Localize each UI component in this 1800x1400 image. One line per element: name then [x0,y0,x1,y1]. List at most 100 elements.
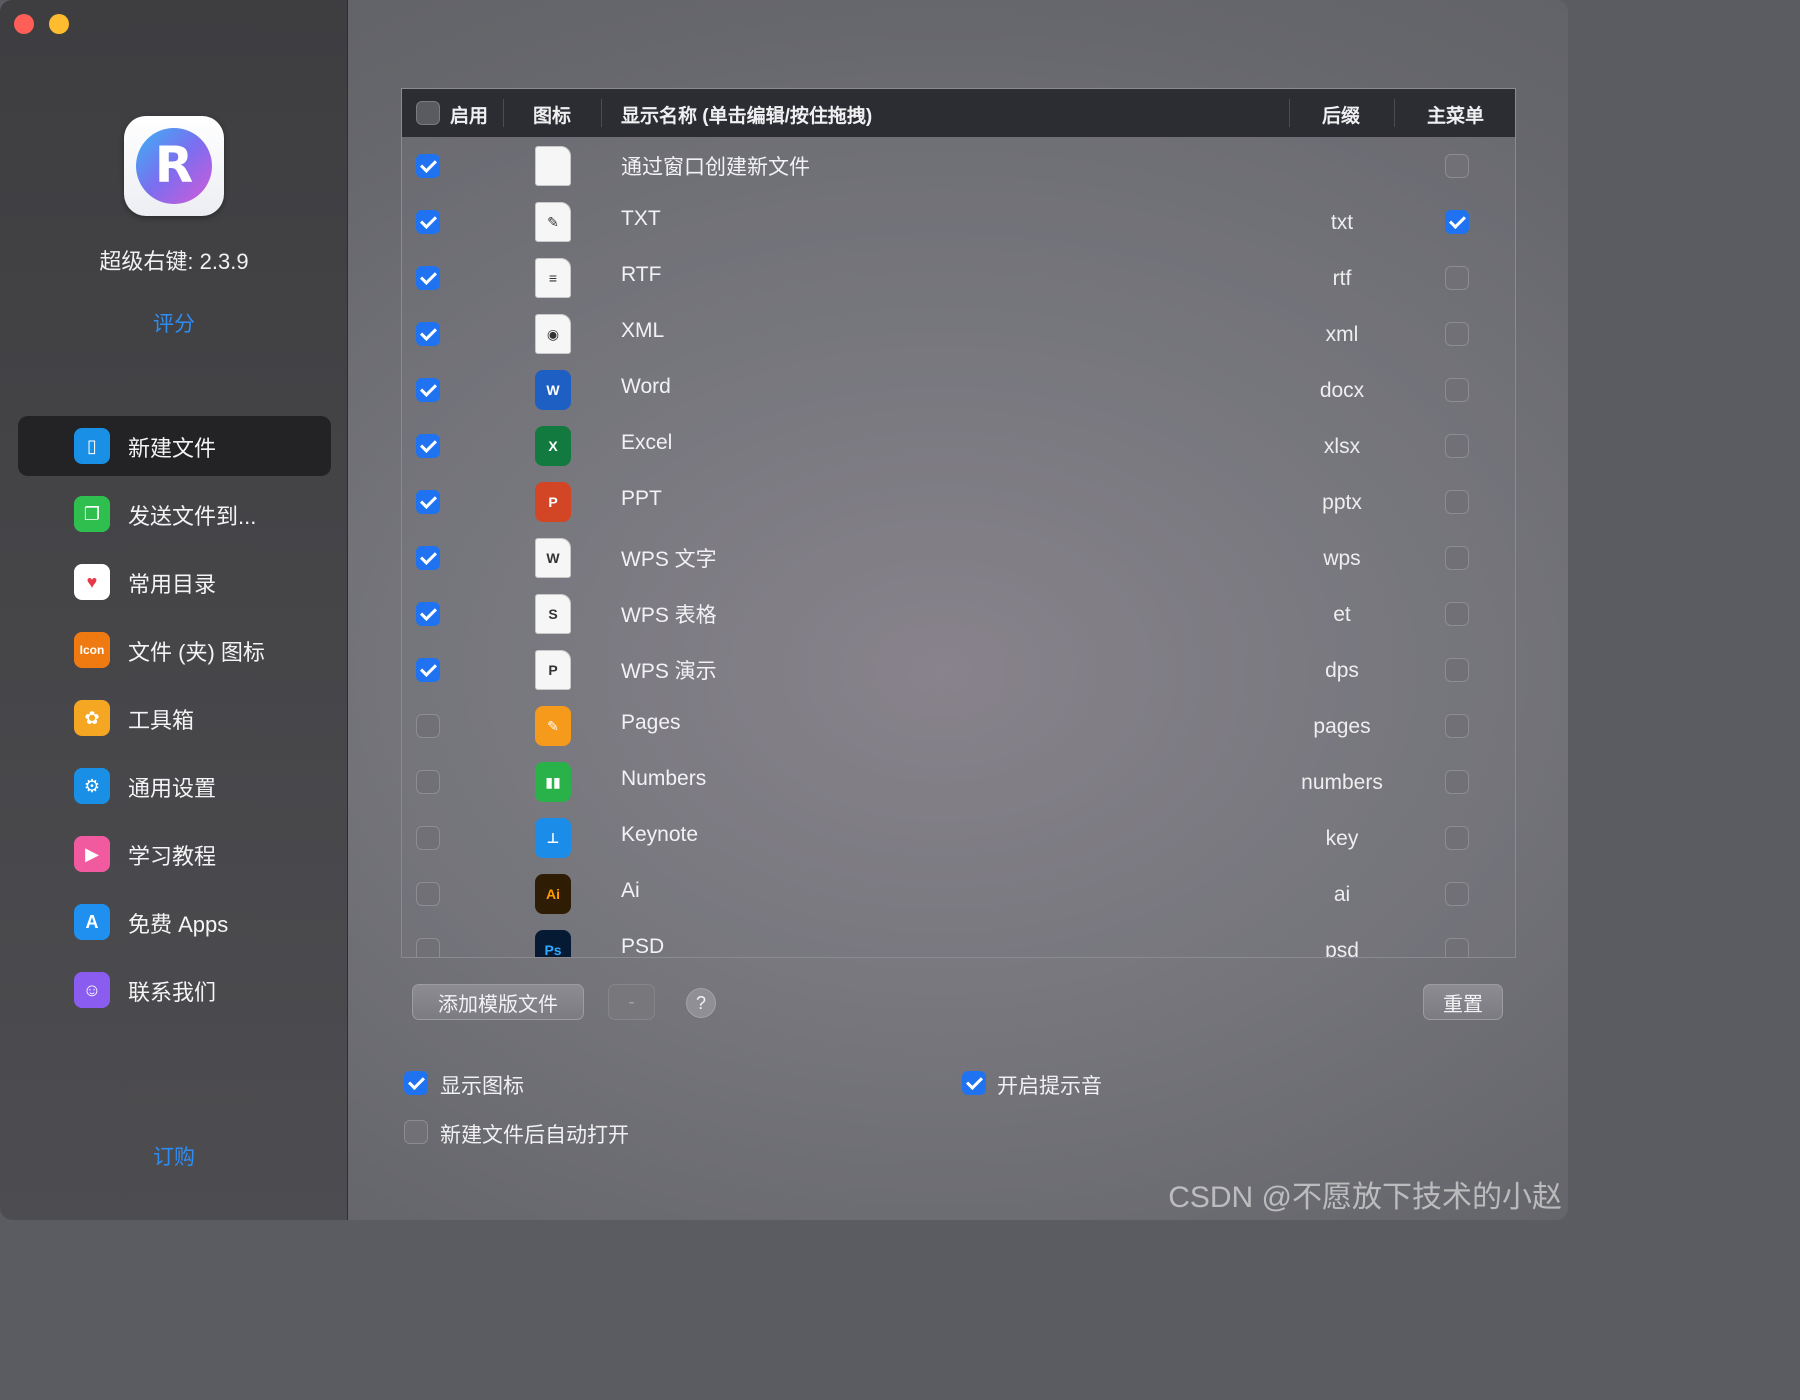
table-row[interactable]: 通过窗口创建新文件 [402,137,1515,193]
gear-icon: ⚙ [74,768,110,804]
show-icon-label: 显示图标 [440,1075,524,1098]
sound-checkbox[interactable] [962,1071,986,1095]
table-row[interactable]: Ps PSD psd [402,921,1515,957]
enable-checkbox[interactable] [416,546,440,570]
table-row[interactable]: ≡ RTF rtf [402,249,1515,305]
excel-icon: X [535,426,571,466]
sidebar-item-0[interactable]: ▯ 新建文件 [18,416,331,476]
table-row[interactable]: ⊥ Keynote key [402,809,1515,865]
select-all-checkbox[interactable] [416,101,440,125]
table-row[interactable]: W WPS 文字 wps [402,529,1515,585]
enable-checkbox[interactable] [416,882,440,906]
enable-checkbox[interactable] [416,322,440,346]
display-name-cell[interactable]: WPS 表格 [621,599,717,629]
table-row[interactable]: ✎ Pages pages [402,697,1515,753]
enable-checkbox[interactable] [416,434,440,458]
main-menu-checkbox[interactable] [1445,938,1469,957]
main-menu-checkbox[interactable] [1445,882,1469,906]
table-row[interactable]: S WPS 表格 et [402,585,1515,641]
sidebar-item-8[interactable]: ☺ 联系我们 [18,960,331,1020]
sidebar-item-7[interactable]: A 免费 Apps [18,892,331,952]
add-template-button[interactable]: 添加模版文件 [412,984,584,1020]
close-window-button[interactable] [14,14,34,34]
sidebar-item-2[interactable]: ♥ 常用目录 [18,552,331,612]
suffix-cell: wps [1323,547,1361,570]
sidebar-item-3[interactable]: Icon 文件 (夹) 图标 [18,620,331,680]
display-name-cell[interactable]: PPT [621,487,662,511]
table-row[interactable]: Ai Ai ai [402,865,1515,921]
table-row[interactable]: X Excel xlsx [402,417,1515,473]
reset-button[interactable]: 重置 [1423,984,1503,1020]
main-menu-checkbox[interactable] [1445,490,1469,514]
display-name-cell[interactable]: 通过窗口创建新文件 [621,151,810,181]
display-name-cell[interactable]: Excel [621,431,672,455]
enable-checkbox[interactable] [416,490,440,514]
rate-link[interactable]: 评分 [0,308,348,338]
auto-open-checkbox[interactable] [404,1120,428,1144]
display-name-cell[interactable]: TXT [621,207,661,231]
sidebar-item-label: 联系我们 [128,980,217,1005]
display-name-cell[interactable]: Numbers [621,767,706,791]
display-name-cell[interactable]: PSD [621,935,664,957]
file-template-table: 启用 图标 显示名称 (单击编辑/按住拖拽) 后缀 主菜单 通过窗口创建新文件 ✎… [401,88,1516,958]
sidebar-item-1[interactable]: ❐ 发送文件到... [18,484,331,544]
help-button[interactable]: ? [686,988,716,1018]
main-menu-checkbox[interactable] [1445,266,1469,290]
sidebar-item-label: 通用设置 [128,776,217,801]
display-name-cell[interactable]: Word [621,375,671,399]
main-menu-checkbox[interactable] [1445,826,1469,850]
main-menu-checkbox[interactable] [1445,210,1469,234]
illustrator-icon: Ai [535,874,571,914]
display-name-cell[interactable]: WPS 文字 [621,543,717,573]
table-row[interactable]: W Word docx [402,361,1515,417]
main-menu-checkbox[interactable] [1445,602,1469,626]
enable-checkbox[interactable] [416,714,440,738]
main-menu-checkbox[interactable] [1445,154,1469,178]
display-name-cell[interactable]: Keynote [621,823,698,847]
wps-presentation-icon: P [535,650,571,690]
main-menu-checkbox[interactable] [1445,770,1469,794]
enable-checkbox[interactable] [416,658,440,682]
minimize-window-button[interactable] [49,14,69,34]
main-menu-checkbox[interactable] [1445,658,1469,682]
display-name-cell[interactable]: RTF [621,263,661,287]
sidebar-item-label: 学习教程 [128,844,217,869]
display-name-cell[interactable]: XML [621,319,664,343]
new-file-icon: ▯ [74,428,110,464]
table-row[interactable]: P PPT pptx [402,473,1515,529]
main-menu-checkbox[interactable] [1445,434,1469,458]
main-menu-checkbox[interactable] [1445,322,1469,346]
sidebar-item-6[interactable]: ▶ 学习教程 [18,824,331,884]
sidebar-item-4[interactable]: ✿ 工具箱 [18,688,331,748]
enable-checkbox[interactable] [416,210,440,234]
display-name-cell[interactable]: WPS 演示 [621,655,717,685]
sidebar-item-label: 工具箱 [128,708,195,733]
display-name-cell[interactable]: Pages [621,711,681,735]
enable-checkbox[interactable] [416,826,440,850]
remove-template-button[interactable]: - [608,984,655,1020]
sidebar-item-5[interactable]: ⚙ 通用设置 [18,756,331,816]
table-row[interactable]: ▮▮ Numbers numbers [402,753,1515,809]
app-window: R 超级右键: 2.3.9 评分 ▯ 新建文件 ❐ 发送文件到... ♥ 常用目录 Icon… [0,0,1568,1220]
enable-checkbox[interactable] [416,938,440,957]
app-name-version: 超级右键: 2.3.9 [99,249,249,274]
blank-document-icon [535,146,571,186]
main-menu-checkbox[interactable] [1445,714,1469,738]
icon-badge-icon: Icon [74,632,110,668]
main-menu-checkbox[interactable] [1445,378,1469,402]
enable-checkbox[interactable] [416,770,440,794]
keynote-icon: ⊥ [535,818,571,858]
table-row[interactable]: ◉ XML xml [402,305,1515,361]
table-row[interactable]: ✎ TXT txt [402,193,1515,249]
wps-writer-icon: W [535,538,571,578]
show-icon-checkbox[interactable] [404,1071,428,1095]
subscribe-link[interactable]: 订购 [0,1141,348,1171]
rtf-document-icon: ≡ [535,258,571,298]
table-row[interactable]: P WPS 演示 dps [402,641,1515,697]
enable-checkbox[interactable] [416,378,440,402]
display-name-cell[interactable]: Ai [621,879,640,903]
enable-checkbox[interactable] [416,602,440,626]
main-menu-checkbox[interactable] [1445,546,1469,570]
enable-checkbox[interactable] [416,266,440,290]
enable-checkbox[interactable] [416,154,440,178]
